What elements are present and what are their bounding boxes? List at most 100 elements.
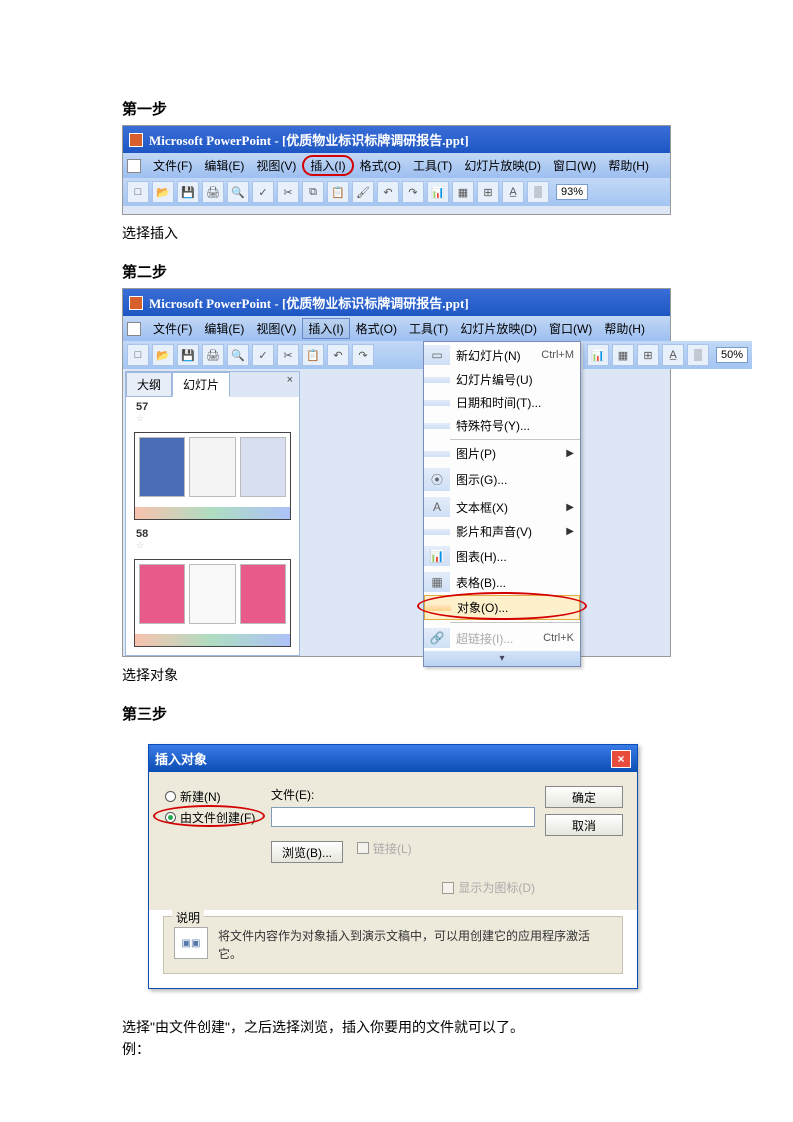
- grid-icon[interactable]: ⊞: [637, 344, 659, 366]
- dialog-radio-group: 新建(N) 由文件创建(F): [163, 786, 261, 896]
- print-icon[interactable]: 🖨: [202, 344, 224, 366]
- show-as-icon-label: 显示为图标(D): [458, 881, 535, 895]
- spell-icon[interactable]: ✓: [252, 181, 274, 203]
- table-icon[interactable]: ▦: [612, 344, 634, 366]
- menu-file[interactable]: 文件(F): [147, 318, 198, 339]
- print-icon[interactable]: 🖨: [202, 181, 224, 203]
- menu-format[interactable]: 格式(O): [354, 155, 407, 176]
- zoom-field[interactable]: 93%: [556, 184, 588, 200]
- star-icon: ☆: [136, 540, 299, 551]
- dd-chart[interactable]: 📊图表(H)...: [424, 543, 580, 569]
- menu-slideshow[interactable]: 幻灯片放映(D): [458, 155, 547, 176]
- file-label: 文件(E):: [271, 786, 535, 803]
- step1-heading: 第一步: [122, 98, 671, 119]
- menu-window[interactable]: 窗口(W): [543, 318, 598, 339]
- chart-icon[interactable]: 📊: [427, 181, 449, 203]
- app-mini-icon: [127, 159, 141, 173]
- open-icon[interactable]: 📂: [152, 181, 174, 203]
- menu-edit[interactable]: 编辑(E): [198, 155, 250, 176]
- redo-icon[interactable]: ↷: [352, 344, 374, 366]
- table-icon: ▦: [424, 572, 450, 592]
- menu-help[interactable]: 帮助(H): [598, 318, 651, 339]
- close-button[interactable]: ×: [611, 750, 631, 768]
- open-icon[interactable]: 📂: [152, 344, 174, 366]
- menu-insert-highlighted[interactable]: 插入(I): [302, 155, 353, 176]
- menu-tools[interactable]: 工具(T): [407, 155, 458, 176]
- menu-file[interactable]: 文件(F): [147, 155, 198, 176]
- new-icon[interactable]: □: [127, 181, 149, 203]
- dd-object-highlighted[interactable]: 对象(O)...: [424, 595, 580, 620]
- spell-icon[interactable]: ✓: [252, 344, 274, 366]
- description-box: 说明 ▣▣ 将文件内容作为对象插入到演示文稿中，可以用创建它的应用程序激活它。: [163, 916, 623, 974]
- dd-expand-icon[interactable]: ▾: [424, 651, 580, 666]
- av-icon[interactable]: A̲: [662, 344, 684, 366]
- menu-view[interactable]: 视图(V): [250, 318, 302, 339]
- show-as-icon-checkbox[interactable]: [442, 882, 454, 894]
- slide-number: 58: [136, 528, 299, 540]
- undo-icon[interactable]: ↶: [327, 344, 349, 366]
- dd-table[interactable]: ▦表格(B)...: [424, 569, 580, 595]
- hyperlink-icon: 🔗: [424, 628, 450, 648]
- undo-icon[interactable]: ↶: [377, 181, 399, 203]
- tab-outline[interactable]: 大纲: [126, 372, 172, 397]
- tables-borders-icon[interactable]: ⊞: [477, 181, 499, 203]
- radio-new[interactable]: 新建(N): [163, 786, 261, 807]
- step2-caption: 选择对象: [122, 665, 671, 685]
- dd-new-slide[interactable]: ▭新幻灯片(N)Ctrl+M: [424, 342, 580, 368]
- dd-hyperlink[interactable]: 🔗超链接(I)...Ctrl+K: [424, 625, 580, 651]
- copy-icon[interactable]: ⧉: [302, 181, 324, 203]
- cut-icon[interactable]: ✂: [277, 181, 299, 203]
- pattern-icon[interactable]: ▒: [687, 344, 709, 366]
- menu-window[interactable]: 窗口(W): [547, 155, 602, 176]
- dd-diagram[interactable]: ⦿图示(G)...: [424, 465, 580, 494]
- toolbar-2b: 📊 ▦ ⊞ A̲ ▒ 50%: [583, 341, 752, 369]
- slide-thumb-58[interactable]: [134, 559, 291, 647]
- table-icon[interactable]: ▦: [452, 181, 474, 203]
- dd-textbox[interactable]: A文本框(X)▶: [424, 494, 580, 520]
- step3-heading: 第三步: [122, 703, 671, 724]
- menu-format[interactable]: 格式(O): [350, 318, 403, 339]
- save-icon[interactable]: 💾: [177, 344, 199, 366]
- dd-movie-sound[interactable]: 影片和声音(V)▶: [424, 520, 580, 543]
- paste-icon[interactable]: 📋: [302, 344, 324, 366]
- description-title: 说明: [172, 909, 204, 926]
- browse-button[interactable]: 浏览(B)...: [271, 841, 343, 863]
- file-path-input[interactable]: [271, 807, 535, 827]
- tab-slides[interactable]: 幻灯片: [172, 372, 230, 397]
- close-pane-icon[interactable]: ×: [281, 372, 299, 397]
- dialog-titlebar: 插入对象 ×: [149, 745, 637, 772]
- menu-bar-2: 文件(F) 编辑(E) 视图(V) 插入(I) 格式(O) 工具(T) 幻灯片放…: [123, 316, 670, 341]
- zoom-field[interactable]: 50%: [716, 347, 748, 363]
- save-icon[interactable]: 💾: [177, 181, 199, 203]
- new-icon[interactable]: □: [127, 344, 149, 366]
- preview-icon[interactable]: 🔍: [227, 181, 249, 203]
- menu-bar-1: 文件(F) 编辑(E) 视图(V) 插入(I) 格式(O) 工具(T) 幻灯片放…: [123, 153, 670, 178]
- menu-slideshow[interactable]: 幻灯片放映(D): [454, 318, 543, 339]
- format-painter-icon[interactable]: 🖌: [352, 181, 374, 203]
- paste-icon[interactable]: 📋: [327, 181, 349, 203]
- ok-button[interactable]: 确定: [545, 786, 623, 808]
- link-checkbox[interactable]: [357, 842, 369, 854]
- radio-from-file[interactable]: 由文件创建(F): [163, 807, 261, 828]
- menu-insert-open[interactable]: 插入(I): [302, 318, 349, 339]
- dd-symbol[interactable]: 特殊符号(Y)...: [424, 414, 580, 437]
- dd-datetime[interactable]: 日期和时间(T)...: [424, 391, 580, 414]
- menu-edit[interactable]: 编辑(E): [198, 318, 250, 339]
- step1-caption: 选择插入: [122, 223, 671, 243]
- step2-heading: 第二步: [122, 261, 671, 282]
- dd-slide-number[interactable]: 幻灯片编号(U): [424, 368, 580, 391]
- chart-icon[interactable]: 📊: [587, 344, 609, 366]
- slide-number: 57: [136, 401, 299, 413]
- step3-example-label: 例：: [122, 1039, 671, 1059]
- cancel-button[interactable]: 取消: [545, 814, 623, 836]
- menu-view[interactable]: 视图(V): [250, 155, 302, 176]
- av-icon[interactable]: A̲: [502, 181, 524, 203]
- grid-icon[interactable]: ▒: [527, 181, 549, 203]
- menu-help[interactable]: 帮助(H): [602, 155, 655, 176]
- preview-icon[interactable]: 🔍: [227, 344, 249, 366]
- slide-thumb-57[interactable]: [134, 432, 291, 520]
- dd-picture[interactable]: 图片(P)▶: [424, 442, 580, 465]
- menu-tools[interactable]: 工具(T): [403, 318, 454, 339]
- cut-icon[interactable]: ✂: [277, 344, 299, 366]
- redo-icon[interactable]: ↷: [402, 181, 424, 203]
